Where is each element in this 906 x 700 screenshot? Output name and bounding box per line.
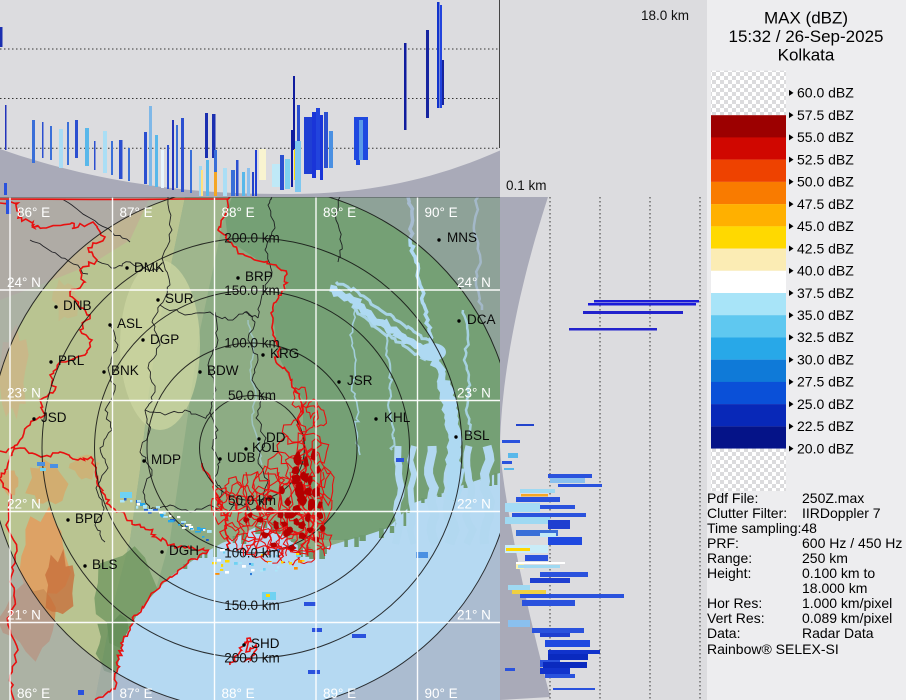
svg-text:86° E: 86° E — [17, 205, 50, 220]
svg-text:50.0 dBZ: 50.0 dBZ — [797, 174, 854, 190]
svg-text:JSR: JSR — [347, 373, 373, 388]
svg-text:PRL: PRL — [58, 353, 85, 368]
svg-text:150.0 km: 150.0 km — [224, 283, 280, 298]
svg-text:27.5 dBZ: 27.5 dBZ — [797, 374, 854, 390]
svg-text:DMK: DMK — [134, 260, 164, 275]
svg-text:Rainbow® SELEX-SI: Rainbow® SELEX-SI — [707, 641, 839, 657]
svg-text:15:32 / 26-Sep-2025: 15:32 / 26-Sep-2025 — [728, 27, 883, 46]
svg-text:22.5 dBZ: 22.5 dBZ — [797, 418, 854, 434]
svg-text:100.0 km: 100.0 km — [224, 546, 280, 561]
svg-text:47.5 dBZ: 47.5 dBZ — [797, 196, 854, 212]
svg-text:21° N: 21° N — [457, 608, 491, 623]
svg-text:DGP: DGP — [150, 332, 179, 347]
svg-text:250Z.max: 250Z.max — [802, 490, 864, 506]
svg-text:50.0 km: 50.0 km — [228, 388, 276, 403]
svg-text:18.000 km: 18.000 km — [802, 580, 867, 596]
svg-text:ASL: ASL — [117, 316, 143, 331]
svg-text:32.5 dBZ: 32.5 dBZ — [797, 329, 854, 345]
svg-text:KOL: KOL — [252, 440, 280, 455]
svg-text:BDW: BDW — [207, 363, 239, 378]
svg-text:24° N: 24° N — [7, 275, 41, 290]
svg-text:150.0 km: 150.0 km — [224, 598, 280, 613]
svg-text:87° E: 87° E — [120, 686, 153, 700]
svg-text:55.0 dBZ: 55.0 dBZ — [797, 129, 854, 145]
svg-text:24° N: 24° N — [457, 275, 491, 290]
svg-text:BRP: BRP — [245, 269, 273, 284]
svg-text:90° E: 90° E — [425, 686, 458, 700]
svg-text:SUR: SUR — [165, 291, 194, 306]
svg-text:Time sampling:48: Time sampling:48 — [707, 520, 817, 536]
svg-text:200.0 km: 200.0 km — [224, 651, 280, 666]
svg-text:88° E: 88° E — [222, 205, 255, 220]
svg-text:BLS: BLS — [92, 557, 118, 572]
svg-text:0.1 km: 0.1 km — [506, 178, 547, 193]
svg-text:Kolkata: Kolkata — [778, 46, 835, 65]
svg-text:DNB: DNB — [63, 298, 92, 313]
svg-text:Clutter Filter:: Clutter Filter: — [707, 505, 787, 521]
svg-text:40.0 dBZ: 40.0 dBZ — [797, 263, 854, 279]
svg-text:KRG: KRG — [270, 346, 299, 361]
svg-text:88° E: 88° E — [222, 686, 255, 700]
svg-text:200.0 km: 200.0 km — [224, 231, 280, 246]
svg-text:23° N: 23° N — [7, 386, 41, 401]
svg-text:22° N: 22° N — [457, 497, 491, 512]
svg-text:Range:: Range: — [707, 550, 752, 566]
svg-text:KHL: KHL — [384, 410, 411, 425]
svg-text:35.0 dBZ: 35.0 dBZ — [797, 307, 854, 323]
svg-text:22° N: 22° N — [7, 497, 41, 512]
svg-text:Vert Res:: Vert Res: — [707, 610, 765, 626]
svg-text:60.0 dBZ: 60.0 dBZ — [797, 85, 854, 101]
svg-text:87° E: 87° E — [120, 205, 153, 220]
svg-text:DGH: DGH — [169, 543, 199, 558]
svg-text:20.0 dBZ: 20.0 dBZ — [797, 440, 854, 456]
svg-text:Pdf File:: Pdf File: — [707, 490, 758, 506]
svg-text:0.100 km to: 0.100 km to — [802, 565, 875, 581]
svg-text:UDB: UDB — [227, 450, 256, 465]
svg-text:DCA: DCA — [467, 312, 496, 327]
svg-text:89° E: 89° E — [323, 686, 356, 700]
svg-text:Height:: Height: — [707, 565, 751, 581]
svg-text:52.5 dBZ: 52.5 dBZ — [797, 151, 854, 167]
svg-text:1.000 km/pixel: 1.000 km/pixel — [802, 595, 892, 611]
svg-text:89° E: 89° E — [323, 205, 356, 220]
svg-text:BSL: BSL — [464, 428, 490, 443]
svg-text:BPD: BPD — [75, 511, 103, 526]
svg-text:Data:: Data: — [707, 625, 740, 641]
svg-text:BNK: BNK — [111, 363, 139, 378]
svg-text:90° E: 90° E — [425, 205, 458, 220]
svg-text:37.5 dBZ: 37.5 dBZ — [797, 285, 854, 301]
svg-text:45.0 dBZ: 45.0 dBZ — [797, 218, 854, 234]
svg-text:42.5 dBZ: 42.5 dBZ — [797, 240, 854, 256]
svg-text:Radar Data: Radar Data — [802, 625, 874, 641]
svg-text:MDP: MDP — [151, 452, 181, 467]
svg-text:25.0 dBZ: 25.0 dBZ — [797, 396, 854, 412]
svg-text:50.0 km: 50.0 km — [228, 493, 276, 508]
svg-text:30.0 dBZ: 30.0 dBZ — [797, 351, 854, 367]
svg-text:250 km: 250 km — [802, 550, 848, 566]
svg-text:57.5 dBZ: 57.5 dBZ — [797, 107, 854, 123]
svg-text:SHD: SHD — [251, 636, 280, 651]
svg-text:21° N: 21° N — [7, 608, 41, 623]
svg-text:0.089 km/pixel: 0.089 km/pixel — [802, 610, 892, 626]
svg-text:MNS: MNS — [447, 230, 477, 245]
svg-text:600 Hz / 450 Hz: 600 Hz / 450 Hz — [802, 535, 902, 551]
svg-text:23° N: 23° N — [457, 386, 491, 401]
svg-text:IIRDoppler 7: IIRDoppler 7 — [802, 505, 881, 521]
svg-text:Hor Res:: Hor Res: — [707, 595, 762, 611]
svg-text:PRF:: PRF: — [707, 535, 739, 551]
svg-text:86° E: 86° E — [17, 686, 50, 700]
svg-text:MAX (dBZ): MAX (dBZ) — [764, 9, 848, 28]
svg-text:JSD: JSD — [41, 410, 67, 425]
svg-text:18.0 km: 18.0 km — [641, 8, 689, 23]
